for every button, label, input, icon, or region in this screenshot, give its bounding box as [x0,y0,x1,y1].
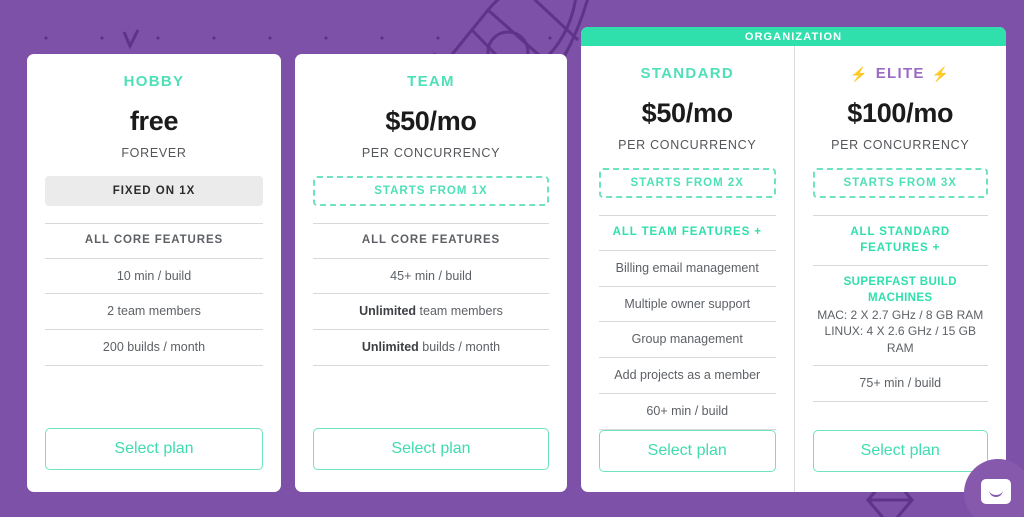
plan-card-team: TEAM $50/mo PER CONCURRENCY STARTS FROM … [295,54,567,492]
plan-name-elite-label: ELITE [875,65,925,83]
concurrency-badge-standard: STARTS FROM 2X [599,168,776,199]
feature-list-elite: ALL STANDARD FEATURES + SUPERFAST BUILD … [812,215,988,402]
build-machines-title: SUPERFAST BUILD MACHINES [843,276,957,304]
pricing-plans-row: HOBBY free FOREVER FIXED ON 1X ALL CORE … [0,0,1024,517]
feature-row: 45+ min / build [313,257,549,294]
select-plan-button-standard[interactable]: Select plan [599,430,776,472]
feature-row: 60+ min / build [599,393,776,430]
plan-price-sub-elite: PER CONCURRENCY [831,138,970,153]
feature-row: 75+ min / build [812,364,988,402]
feature-list-team: ALL CORE FEATURES 45+ min / build Unlimi… [313,223,549,367]
feature-list-standard: ALL TEAM FEATURES + Billing email manage… [599,215,776,430]
build-machines-linux: LINUX: 4 X 2.6 GHz / 15 GB RAM [824,324,976,355]
feature-list-hobby: ALL CORE FEATURES 10 min / build 2 team … [45,223,263,367]
feature-row: Billing email management [599,249,776,286]
feature-row: Unlimited builds / month [313,329,549,367]
plan-price-sub-standard: PER CONCURRENCY [618,138,757,153]
plan-price-sub-team: PER CONCURRENCY [361,146,501,160]
plan-name-standard: STANDARD [640,65,734,83]
select-plan-button-team[interactable]: Select plan [313,428,549,470]
organization-banner: ORGANIZATION [581,27,1006,47]
feature-row: Add projects as a member [599,357,776,393]
feature-row-build-machines: SUPERFAST BUILD MACHINES MAC: 2 X 2.7 GH… [812,265,988,365]
feature-text: team members [416,304,503,319]
feature-row: Group management [599,321,776,357]
plan-name-hobby: HOBBY [123,73,185,90]
select-plan-button-hobby[interactable]: Select plan [45,428,263,470]
feature-headline: ALL STANDARD FEATURES + [812,215,988,265]
feature-row: 10 min / build [45,257,263,294]
plan-price-hobby: free [129,106,179,136]
plan-column-elite: ⚡ ELITE ⚡ $100/mo PER CONCURRENCY STARTS… [793,46,1007,492]
feature-emphasis: Unlimited [361,340,419,355]
plan-column-standard: STANDARD $50/mo PER CONCURRENCY STARTS F… [581,46,794,492]
plan-price-elite: $100/mo [847,98,954,129]
concurrency-badge-elite: STARTS FROM 3X [812,168,988,199]
plan-price-team: $50/mo [385,106,477,136]
feature-emphasis: Unlimited [359,304,417,319]
concurrency-badge-hobby: FIXED ON 1X [45,176,263,206]
feature-headline: ALL TEAM FEATURES + [599,215,776,250]
feature-row: Multiple owner support [599,285,776,322]
lightning-bolt-icon: ⚡ [850,65,869,82]
plan-name-elite: ⚡ ELITE ⚡ [813,65,989,82]
plan-price-standard: $50/mo [641,98,734,129]
concurrency-badge-team: STARTS FROM 1X [313,176,549,206]
feature-headline: ALL CORE FEATURES [45,223,263,258]
plan-card-organization: ORGANIZATION STANDARD $50/mo PER CONCURR… [581,27,1006,492]
plan-price-sub-hobby: FOREVER [121,146,187,160]
plan-card-hobby: HOBBY free FOREVER FIXED ON 1X ALL CORE … [27,54,281,492]
build-machines-mac: MAC: 2 X 2.7 GHz / 8 GB RAM [817,308,984,323]
feature-row: 2 team members [45,293,263,329]
organization-columns: STANDARD $50/mo PER CONCURRENCY STARTS F… [581,46,1006,492]
feature-text: builds / month [418,340,501,355]
plan-name-team: TEAM [407,73,455,90]
select-plan-button-elite[interactable]: Select plan [812,430,988,472]
feature-row: 200 builds / month [45,329,263,367]
lightning-bolt-icon: ⚡ [931,65,951,82]
chat-bubble-icon [981,478,1011,504]
feature-headline: ALL CORE FEATURES [313,223,549,258]
feature-row: Unlimited team members [313,293,549,329]
